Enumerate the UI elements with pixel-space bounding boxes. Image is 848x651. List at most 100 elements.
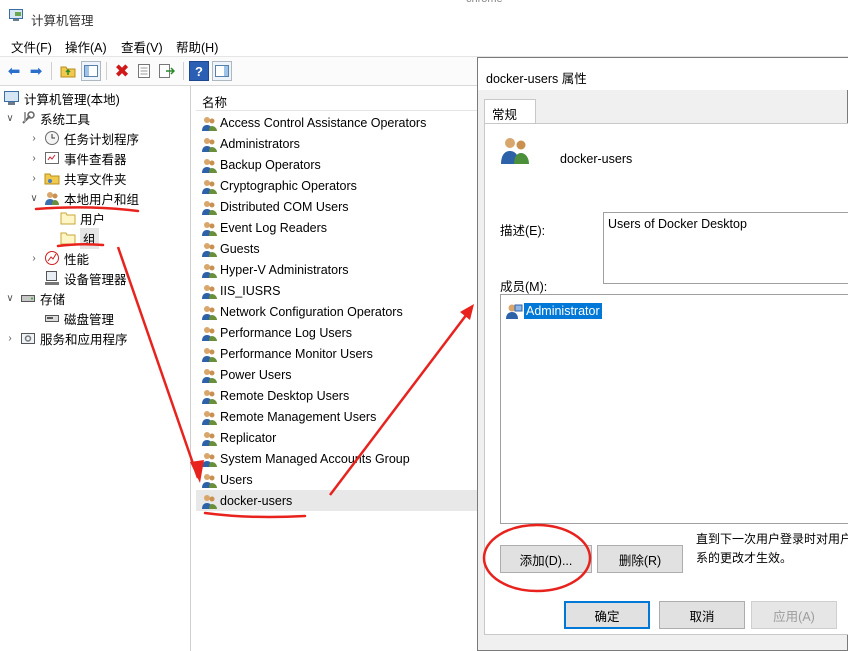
list-item-label: Network Configuration Operators: [220, 304, 403, 319]
list-item[interactable]: Users: [196, 469, 478, 490]
group-icon: [202, 452, 217, 467]
menu-file[interactable]: 文件(F): [11, 37, 52, 56]
show-hide-action-pane-icon[interactable]: [212, 61, 232, 81]
list-item[interactable]: Access Control Assistance Operators: [196, 112, 478, 133]
back-arrow-icon[interactable]: ⬅: [4, 61, 24, 81]
members-label: 成员(M):: [500, 280, 548, 294]
tree-node-label: 设备管理器: [64, 272, 127, 287]
list-item-label: Replicator: [220, 430, 277, 445]
performance-icon: [44, 250, 60, 266]
list-item[interactable]: Guests: [196, 238, 478, 259]
tree-node-storage[interactable]: ∨ 存储: [4, 288, 65, 308]
properties-icon[interactable]: [134, 61, 154, 81]
chevron-right-icon[interactable]: ›: [28, 133, 40, 144]
list-item[interactable]: System Managed Accounts Group: [196, 448, 478, 469]
list-item-label: System Managed Accounts Group: [220, 451, 410, 466]
menu-view[interactable]: 查看(V): [121, 37, 163, 56]
chevron-right-icon[interactable]: ›: [28, 153, 40, 164]
description-field[interactable]: Users of Docker Desktop: [603, 212, 848, 284]
tree-node-root[interactable]: 计算机管理(本地): [4, 88, 120, 108]
cancel-button[interactable]: 取消: [659, 601, 745, 629]
tools-icon: [20, 110, 36, 126]
tree-node-performance[interactable]: › 性能: [28, 248, 89, 268]
list-item[interactable]: Network Configuration Operators: [196, 301, 478, 322]
ok-button[interactable]: 确定: [564, 601, 650, 629]
list-item[interactable]: Performance Monitor Users: [196, 343, 478, 364]
chevron-right-icon[interactable]: ›: [28, 173, 40, 184]
list-item[interactable]: Replicator: [196, 427, 478, 448]
folder-icon: [60, 210, 76, 226]
tree-node-users[interactable]: 用户: [60, 208, 105, 228]
chevron-right-icon[interactable]: ›: [4, 333, 16, 344]
device-manager-icon: [44, 270, 60, 286]
tree-node-system-tools[interactable]: ∨ 系统工具: [4, 108, 90, 128]
column-header-name[interactable]: 名称: [196, 86, 478, 111]
list-item-label: Performance Log Users: [220, 325, 353, 340]
services-icon: [20, 330, 36, 346]
disk-icon: [44, 310, 60, 326]
tree-node-label: 用户: [80, 212, 106, 227]
delete-icon[interactable]: ✖: [112, 61, 132, 81]
group-icon: [202, 221, 217, 236]
tree-node-shared-folders[interactable]: › 共享文件夹: [28, 168, 126, 188]
chevron-down-icon[interactable]: ∨: [4, 293, 16, 304]
tree-node-services-apps[interactable]: › 服务和应用程序: [4, 328, 127, 348]
list-item[interactable]: Event Log Readers: [196, 217, 478, 238]
users-group-icon: [501, 138, 529, 164]
tree-node-label: 本地用户和组: [64, 192, 140, 207]
list-item-label: Administrators: [220, 136, 300, 151]
tree-node-disk-management[interactable]: 磁盘管理: [44, 308, 114, 328]
chevron-right-icon[interactable]: ›: [28, 253, 40, 264]
window-title: 计算机管理: [31, 14, 94, 28]
list-item[interactable]: IIS_IUSRS: [196, 280, 478, 301]
list-item[interactable]: Remote Management Users: [196, 406, 478, 427]
list-item[interactable]: docker-users: [196, 490, 478, 511]
change-note-line: 系的更改才生效。: [696, 551, 793, 565]
up-folder-icon[interactable]: [58, 61, 78, 81]
tree-node-label: 磁盘管理: [64, 312, 115, 327]
event-viewer-icon: [44, 150, 60, 166]
list-item[interactable]: Cryptographic Operators: [196, 175, 478, 196]
tree-node-task-scheduler[interactable]: › 任务计划程序: [28, 128, 139, 148]
tree-node-label: 计算机管理(本地): [24, 92, 120, 107]
list-item[interactable]: Performance Log Users: [196, 322, 478, 343]
list-item[interactable]: Remote Desktop Users: [196, 385, 478, 406]
forward-arrow-icon[interactable]: ➡: [26, 61, 46, 81]
tree-node-device-manager[interactable]: 设备管理器: [44, 268, 127, 288]
export-list-icon[interactable]: [157, 61, 177, 81]
toolbar-separator: [51, 62, 52, 80]
show-hide-console-tree-icon[interactable]: [81, 61, 101, 81]
list-item-label: Cryptographic Operators: [220, 178, 357, 193]
toolbar-separator: [106, 62, 107, 80]
list-item[interactable]: Hyper-V Administrators: [196, 259, 478, 280]
menu-action[interactable]: 操作(A): [65, 37, 107, 56]
members-list[interactable]: Administrator: [500, 294, 848, 524]
chevron-down-icon[interactable]: ∨: [4, 113, 16, 124]
group-icon: [202, 389, 217, 404]
group-icon: [202, 137, 217, 152]
tree-node-local-users-groups[interactable]: ∨ 本地用户和组: [28, 188, 139, 208]
list-item-label: Backup Operators: [220, 157, 321, 172]
storage-icon: [20, 290, 36, 306]
chevron-down-icon[interactable]: ∨: [28, 193, 40, 204]
tree-node-event-viewer[interactable]: › 事件查看器: [28, 148, 127, 168]
group-icon: [202, 242, 217, 257]
apply-button[interactable]: 应用(A): [751, 601, 837, 629]
help-icon[interactable]: ?: [189, 61, 209, 81]
dialog-title-bar: docker-users 属性: [478, 58, 848, 90]
list-item[interactable]: Power Users: [196, 364, 478, 385]
list-item[interactable]: Distributed COM Users: [196, 196, 478, 217]
group-icon: [202, 347, 217, 362]
group-icon: [202, 368, 217, 383]
member-item[interactable]: Administrator: [505, 303, 602, 319]
list-item-label: Access Control Assistance Operators: [220, 115, 427, 130]
tree-node-groups[interactable]: 组: [60, 227, 99, 249]
dialog-title: docker-users 属性: [486, 72, 587, 86]
list-item[interactable]: Administrators: [196, 133, 478, 154]
add-member-button[interactable]: 添加(D)...: [500, 545, 592, 573]
group-name: docker-users: [560, 152, 633, 166]
tab-general[interactable]: 常规: [484, 99, 536, 123]
list-item[interactable]: Backup Operators: [196, 154, 478, 175]
menu-help[interactable]: 帮助(H): [176, 37, 218, 56]
remove-member-button[interactable]: 删除(R): [597, 545, 683, 573]
